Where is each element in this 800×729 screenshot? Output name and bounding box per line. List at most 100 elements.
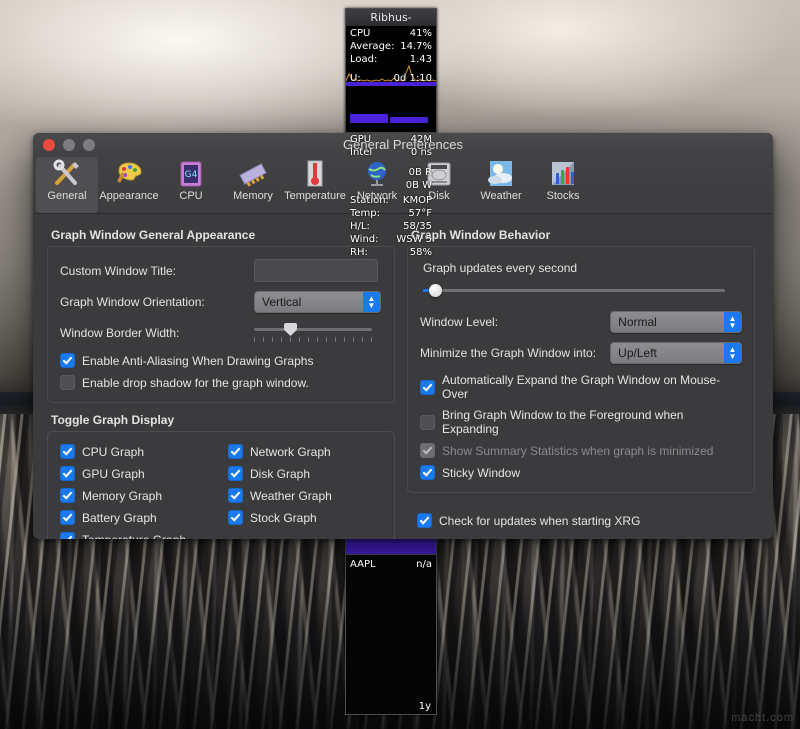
weather-temp-label: Temp: <box>350 207 380 220</box>
memory-bars <box>350 114 432 124</box>
cpu-graph-checkbox[interactable] <box>60 444 75 459</box>
xrg-stock-module[interactable]: AAPL n/a 1y <box>346 554 436 715</box>
minimize-into-row: Minimize the Graph Window into: Up/Left … <box>420 342 742 364</box>
minimize-into-value: Up/Left <box>618 346 657 360</box>
slider-track <box>254 328 372 331</box>
gpu-graph-checkbox-row[interactable]: GPU Graph <box>60 466 228 481</box>
toolbar-item-general[interactable]: General <box>36 157 98 213</box>
xrg-gpu-vendor-row: Intel 0 ns <box>346 146 436 159</box>
sticky-window-label: Sticky Window <box>442 466 520 480</box>
memory-graph-checkbox-row[interactable]: Memory Graph <box>60 488 228 503</box>
xrg-gpu-value: 42M <box>411 133 432 146</box>
window-level-row: Window Level: Normal ▲▼ <box>420 311 742 333</box>
update-interval-slider[interactable] <box>423 283 725 299</box>
weather-graph-checkbox[interactable] <box>228 488 243 503</box>
disk-graph-checkbox[interactable] <box>228 466 243 481</box>
gpu-graph-checkbox[interactable] <box>60 466 75 481</box>
window-level-label: Window Level: <box>420 315 610 329</box>
auto-expand-label: Automatically Expand the Graph Window on… <box>442 373 742 401</box>
weather-highlow-label: H/L: <box>350 220 370 233</box>
auto-expand-checkbox-row[interactable]: Automatically Expand the Graph Window on… <box>420 373 742 401</box>
xrg-net-read-row: 0B R <box>346 166 436 179</box>
toolbar-label-stocks: Stocks <box>546 190 579 202</box>
battery-graph-checkbox[interactable] <box>60 510 75 525</box>
toolbar-item-weather[interactable]: Weather <box>470 157 532 213</box>
appearance-group-box: Custom Window Title: Graph Window Orient… <box>47 246 395 403</box>
memory-graph-label: Memory Graph <box>82 489 162 503</box>
chevron-updown-icon: ▲▼ <box>724 312 741 332</box>
weather-humidity-label: RH: <box>350 246 368 259</box>
weather-highlow-row: H/L: 58/35 <box>346 220 436 233</box>
toolbar-item-stocks[interactable]: Stocks <box>532 157 594 213</box>
weather-humidity-value: 58% <box>410 246 432 259</box>
stock-symbol: AAPL <box>350 558 376 571</box>
xrg-gpu-row: GPU 42M <box>346 133 436 146</box>
xrg-net-write-row: 0B W <box>346 179 436 192</box>
check-updates-checkbox-row[interactable]: Check for updates when starting XRG <box>417 513 755 528</box>
weather-graph-label: Weather Graph <box>250 489 332 503</box>
stock-graph-checkbox[interactable] <box>228 510 243 525</box>
update-slider-track <box>423 289 725 292</box>
check-updates-checkbox[interactable] <box>417 513 432 528</box>
dropshadow-checkbox[interactable] <box>60 375 75 390</box>
memory-stick-icon <box>237 159 269 189</box>
weather-temp-value: 57°F <box>409 207 432 220</box>
antialias-checkbox-row[interactable]: Enable Anti-Aliasing When Drawing Graphs <box>60 353 382 368</box>
cpu-chip-icon: G4 <box>175 159 207 189</box>
slider-thumb[interactable] <box>284 323 297 336</box>
battery-graph-checkbox-row[interactable]: Battery Graph <box>60 510 228 525</box>
temperature-graph-checkbox[interactable] <box>60 532 75 539</box>
toolbar-item-memory[interactable]: Memory <box>222 157 284 213</box>
disk-graph-checkbox-row[interactable]: Disk Graph <box>228 466 332 481</box>
network-graph-checkbox-row[interactable]: Network Graph <box>228 444 332 459</box>
toolbar-label-weather: Weather <box>480 190 521 202</box>
bring-foreground-checkbox-row[interactable]: Bring Graph Window to the Foreground whe… <box>420 408 742 436</box>
network-graph-checkbox[interactable] <box>228 444 243 459</box>
weather-station-row: Station: KMOP <box>346 194 436 207</box>
watermark: macht.com <box>731 711 794 723</box>
xrg-uptime-value: 0d 1:10 <box>394 72 432 85</box>
svg-text:G4: G4 <box>185 170 198 180</box>
chevron-updown-icon: ▲▼ <box>363 292 380 312</box>
weather-wind-label: Wind: <box>350 233 379 246</box>
xrg-uptime-label: U: <box>350 72 361 85</box>
xrg-cpu-value: 41% <box>410 27 432 40</box>
orientation-dropdown[interactable]: Vertical ▲▼ <box>254 291 381 313</box>
behavior-group-box: Graph updates every second Window Level:… <box>407 246 755 493</box>
stock-graph-checkbox-row[interactable]: Stock Graph <box>228 510 332 525</box>
xrg-gpu-module[interactable]: GPU 42M Intel 0 ns <box>346 132 436 163</box>
cpu-graph-checkbox-row[interactable]: CPU Graph <box>60 444 228 459</box>
memory-graph-checkbox[interactable] <box>60 488 75 503</box>
dropshadow-checkbox-row[interactable]: Enable drop shadow for the graph window. <box>60 375 382 390</box>
update-slider-thumb[interactable] <box>429 284 442 297</box>
xrg-cpu-module[interactable]: CPU 41% Average: 14.7% Load: 1.43 U: 0d … <box>346 27 436 132</box>
sticky-window-checkbox[interactable] <box>420 465 435 480</box>
weather-graph-checkbox-row[interactable]: Weather Graph <box>228 488 332 503</box>
border-width-label: Window Border Width: <box>60 326 254 340</box>
update-interval-label: Graph updates every second <box>423 261 742 275</box>
auto-expand-checkbox[interactable] <box>420 380 435 395</box>
toolbar-label-temperature: Temperature <box>284 190 346 202</box>
xrg-gpu-vendor-label: Intel <box>350 146 372 159</box>
bring-foreground-checkbox[interactable] <box>420 415 435 430</box>
xrg-gpu-vendor-value: 0 ns <box>411 146 432 159</box>
toolbar-item-temperature[interactable]: Temperature <box>284 157 346 213</box>
minimize-into-dropdown[interactable]: Up/Left ▲▼ <box>610 342 742 364</box>
custom-window-title-input[interactable] <box>254 259 378 282</box>
window-level-dropdown[interactable]: Normal ▲▼ <box>610 311 742 333</box>
gpu-graph-label: GPU Graph <box>82 467 145 481</box>
weather-wind-row: Wind: WSW 5 <box>346 233 436 246</box>
slider-ticks <box>254 337 372 342</box>
sticky-window-checkbox-row[interactable]: Sticky Window <box>420 465 742 480</box>
toggle-display-group-box: CPU Graph GPU Graph Memory Graph Ba <box>47 431 395 539</box>
xrg-cpu-load-value: 1.43 <box>410 53 432 66</box>
xrg-cpu-row: CPU 41% <box>346 27 436 40</box>
window-border-width-slider[interactable] <box>254 322 372 344</box>
antialias-checkbox[interactable] <box>60 353 75 368</box>
toolbar-item-cpu[interactable]: G4 CPU <box>160 157 222 213</box>
weather-highlow-value: 58/35 <box>403 220 432 233</box>
toolbar-item-appearance[interactable]: Appearance <box>98 157 160 213</box>
stock-row: AAPL n/a <box>346 555 436 571</box>
left-column: Graph Window General Appearance Custom W… <box>47 224 395 539</box>
temperature-graph-checkbox-row[interactable]: Temperature Graph <box>60 532 228 539</box>
